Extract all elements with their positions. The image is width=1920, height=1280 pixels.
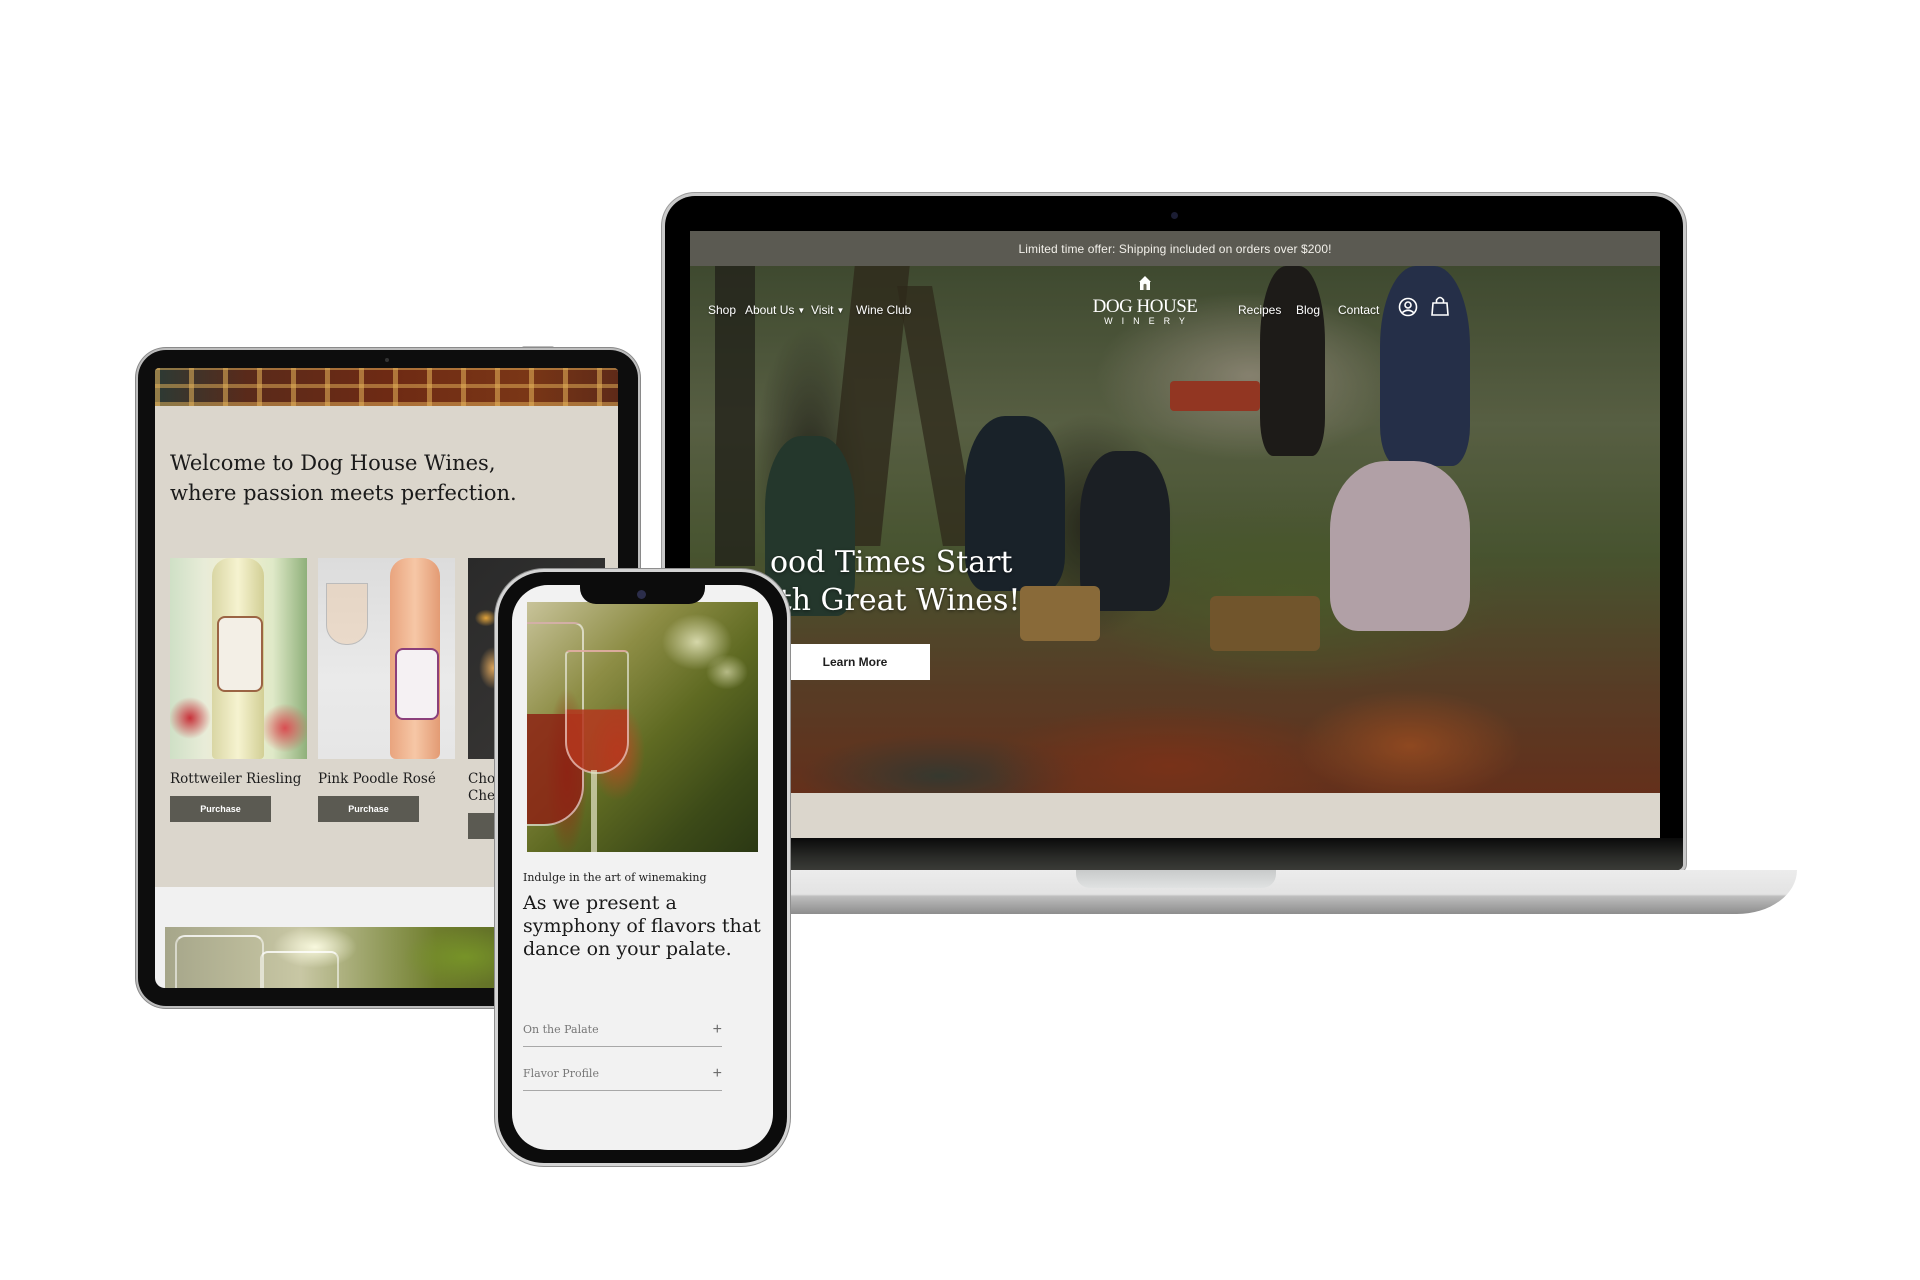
wine-glass [260,951,339,988]
phone-camera [637,590,646,599]
plus-icon[interactable]: + [713,1022,722,1038]
caret-down-icon: ▼ [836,306,845,315]
product-image-pink-poodle-rose[interactable] [318,558,455,759]
wine-glass [175,935,264,988]
house-icon [1139,276,1151,290]
section-heading: As we present a symphony of flavors that… [523,892,761,960]
shopping-bag-icon[interactable] [1431,295,1449,317]
hero-overlay [690,266,1660,793]
nav-recipes[interactable]: Recipes [1238,303,1281,317]
laptop-camera [1171,212,1178,219]
laptop-bezel-bottom [665,838,1683,870]
accordion-label: Flavor Profile [523,1067,599,1080]
user-circle-icon[interactable] [1398,297,1418,317]
product-image-rottweiler-riesling[interactable] [170,558,307,759]
promo-text: Limited time offer: Shipping included on… [1018,241,1332,256]
product-card[interactable]: Rottweiler Riesling Purchase [170,558,307,822]
purchase-button[interactable]: Purchase [318,796,419,822]
section-kicker: Indulge in the art of winemaking [523,871,707,884]
tablet-camera [385,358,389,362]
learn-more-button[interactable]: Learn More [780,644,930,680]
wine-glass [565,650,629,774]
nav-contact[interactable]: Contact [1338,303,1379,317]
product-name: Pink Poodle Rosé [318,771,436,787]
hero-section: Shop About Us ▼ Visit ▼ Wine Club DOG HOUS… [690,266,1660,793]
logo-name: DOG HOUSE [1092,296,1198,317]
plus-icon[interactable]: + [713,1066,722,1082]
accordion-label: On the Palate [523,1023,599,1036]
nav-shop[interactable]: Shop [708,303,736,317]
laptop-screen: Limited time offer: Shipping included on… [690,231,1660,838]
tablet-hero-image [155,368,618,406]
site-logo[interactable]: DOG HOUSE WINERY [1085,275,1205,326]
phone-wine-glasses-image [527,602,758,852]
accordion-flavor-profile[interactable]: Flavor Profile + [523,1047,722,1091]
product-card[interactable]: Pink Poodle Rosé Purchase [318,558,455,822]
nav-blog[interactable]: Blog [1296,303,1320,317]
nav-about-us[interactable]: About Us ▼ [745,303,805,317]
caret-down-icon: ▼ [797,306,806,315]
promo-banner: Limited time offer: Shipping included on… [690,231,1660,266]
nav-wine-club[interactable]: Wine Club [856,303,911,317]
phone-screen: Indulge in the art of winemaking As we p… [512,585,773,1150]
logo-subtitle: WINERY [1104,316,1194,326]
laptop-content-section [690,793,1660,838]
wine-glass-stem [591,770,597,852]
hero-title: ood Times Start ith Great Wines! [770,545,1021,618]
nav-visit[interactable]: Visit ▼ [811,303,844,317]
laptop-trackpad-notch [1076,870,1276,888]
product-name: Rottweiler Riesling [170,771,302,787]
accordion-on-the-palate[interactable]: On the Palate + [523,1003,722,1047]
purchase-button[interactable]: Purchase [170,796,271,822]
welcome-heading: Welcome to Dog House Wines, where passio… [170,451,517,505]
